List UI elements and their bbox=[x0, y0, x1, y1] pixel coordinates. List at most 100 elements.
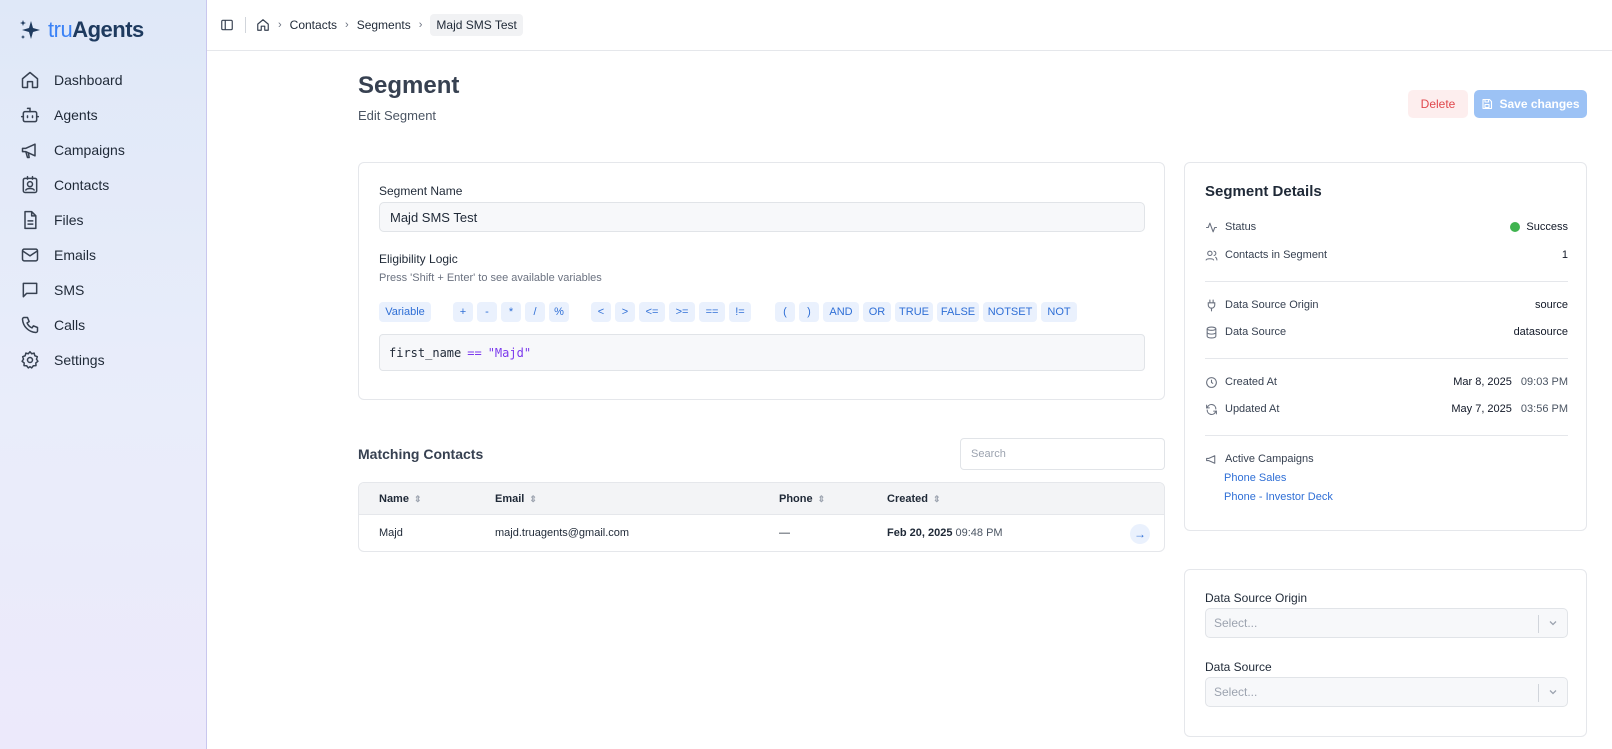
token-plus-button[interactable]: + bbox=[453, 302, 473, 322]
sidebar-item-settings[interactable]: Settings bbox=[0, 342, 206, 377]
save-button-label: Save changes bbox=[1499, 97, 1580, 111]
phone-icon bbox=[21, 316, 39, 333]
activity-icon bbox=[1206, 222, 1217, 232]
chevron-right-icon: › bbox=[345, 19, 349, 31]
contacts-search-input[interactable] bbox=[960, 438, 1165, 470]
token-close-paren-button[interactable]: ) bbox=[799, 302, 819, 322]
detail-data-source-origin: Data Source Origin source bbox=[1205, 297, 1568, 313]
sidebar-item-contacts[interactable]: Contacts bbox=[0, 167, 206, 202]
table-header: Name ⇕ Email ⇕ Phone ⇕ Created ⇕ bbox=[359, 483, 1164, 515]
eligibility-logic-editor[interactable]: first_name == "Majd" bbox=[379, 334, 1145, 371]
segment-name-label: Segment Name bbox=[379, 184, 463, 198]
contacts-table: Name ⇕ Email ⇕ Phone ⇕ Created ⇕ Majd majd.t… bbox=[358, 482, 1165, 552]
divider bbox=[1205, 435, 1568, 436]
breadcrumb-current: Majd SMS Test bbox=[430, 14, 523, 36]
chevron-right-icon: › bbox=[418, 19, 423, 31]
app-logo[interactable]: truAgents bbox=[18, 17, 144, 43]
sidebar-item-files[interactable]: Files bbox=[0, 202, 206, 237]
token-divide-button[interactable]: / bbox=[525, 302, 545, 322]
segment-name-input[interactable]: Majd SMS Test bbox=[379, 202, 1145, 232]
token-modulo-button[interactable]: % bbox=[549, 302, 569, 322]
sidebar-item-label: SMS bbox=[54, 281, 85, 298]
sparkle-icon bbox=[20, 20, 40, 39]
token-or-button[interactable]: OR bbox=[863, 302, 891, 322]
sidebar-toggle-button[interactable] bbox=[215, 13, 239, 37]
column-header-name[interactable]: Name ⇕ bbox=[379, 493, 422, 505]
segment-form-card: Segment Name Majd SMS Test Eligibility L… bbox=[358, 162, 1165, 400]
sidebar-item-calls[interactable]: Calls bbox=[0, 307, 206, 342]
mail-icon bbox=[21, 247, 39, 262]
sort-icon: ⇕ bbox=[932, 493, 941, 504]
campaign-link[interactable]: Phone - Investor Deck bbox=[1224, 491, 1333, 503]
sort-icon: ⇕ bbox=[413, 493, 422, 504]
data-source-select[interactable]: Select... bbox=[1205, 677, 1568, 707]
divider bbox=[1538, 684, 1539, 702]
database-icon bbox=[1206, 326, 1217, 338]
token-greater-than-button[interactable]: > bbox=[615, 302, 635, 322]
home-icon[interactable] bbox=[256, 18, 270, 32]
cell-email: majd.truagents@gmail.com bbox=[495, 527, 630, 539]
token-true-button[interactable]: TRUE bbox=[895, 302, 933, 322]
token-and-button[interactable]: AND bbox=[823, 302, 859, 322]
data-source-origin-select[interactable]: Select... bbox=[1205, 608, 1568, 638]
arrow-right-icon[interactable]: → bbox=[1130, 524, 1150, 544]
sidebar-item-label: Contacts bbox=[54, 176, 110, 193]
detail-status: Status Success bbox=[1205, 219, 1568, 235]
detail-data-source: Data Source datasource bbox=[1205, 324, 1568, 340]
token-variable-button[interactable]: Variable bbox=[379, 302, 431, 322]
table-row[interactable]: Majd majd.truagents@gmail.com — Feb 20, … bbox=[359, 516, 1164, 551]
campaign-link[interactable]: Phone Sales bbox=[1224, 472, 1286, 484]
delete-button[interactable]: Delete bbox=[1408, 90, 1468, 118]
token-equals-button[interactable]: == bbox=[699, 302, 725, 322]
page-title: Segment bbox=[358, 72, 460, 99]
contact-card-icon bbox=[22, 175, 38, 193]
megaphone-icon bbox=[1206, 454, 1216, 464]
save-changes-button[interactable]: Save changes bbox=[1474, 90, 1587, 118]
chevron-down-icon bbox=[1549, 690, 1557, 695]
token-greater-equal-button[interactable]: >= bbox=[669, 302, 695, 322]
token-false-button[interactable]: FALSE bbox=[937, 302, 979, 322]
token-minus-button[interactable]: - bbox=[477, 302, 497, 322]
sidebar-item-campaigns[interactable]: Campaigns bbox=[0, 132, 206, 167]
detail-updated-at: Updated At May 7, 2025 03:56 PM bbox=[1205, 401, 1568, 417]
sidebar-item-dashboard[interactable]: Dashboard bbox=[0, 62, 206, 97]
token-multiply-button[interactable]: * bbox=[501, 302, 521, 322]
column-header-email[interactable]: Email ⇕ bbox=[495, 493, 537, 505]
divider bbox=[1205, 281, 1568, 282]
breadcrumb-segments[interactable]: Segments bbox=[357, 18, 411, 32]
sidebar-item-label: Settings bbox=[54, 351, 105, 368]
logic-token-bar: Variable + - * / % < > <= >= == != ( ) A… bbox=[379, 302, 1149, 322]
token-not-button[interactable]: NOT bbox=[1041, 302, 1077, 322]
divider bbox=[1538, 615, 1539, 633]
sidebar-item-label: Campaigns bbox=[54, 141, 125, 158]
sort-icon: ⇕ bbox=[529, 493, 537, 504]
message-icon bbox=[22, 282, 38, 297]
status-dot bbox=[1510, 222, 1521, 232]
code-operator: == bbox=[467, 345, 482, 360]
top-bar: › Contacts › Segments › Majd SMS Test bbox=[207, 0, 1612, 51]
data-source-label: Data Source bbox=[1205, 660, 1272, 674]
bot-icon bbox=[20, 107, 40, 122]
detail-active-campaigns: Active Campaigns bbox=[1205, 451, 1568, 467]
gear-icon bbox=[21, 350, 39, 369]
column-header-phone[interactable]: Phone ⇕ bbox=[779, 493, 825, 505]
sidebar-item-agents[interactable]: Agents bbox=[0, 97, 206, 132]
sidebar-item-sms[interactable]: SMS bbox=[0, 272, 206, 307]
token-open-paren-button[interactable]: ( bbox=[775, 302, 795, 322]
chevron-down-icon bbox=[1549, 621, 1557, 626]
clock-icon bbox=[1206, 376, 1217, 388]
token-not-equal-button[interactable]: != bbox=[729, 302, 751, 322]
cell-created: Feb 20, 2025 09:48 PM bbox=[887, 527, 1003, 539]
token-less-than-button[interactable]: < bbox=[591, 302, 611, 322]
data-source-origin-label: Data Source Origin bbox=[1205, 591, 1308, 605]
detail-contacts-count: Contacts in Segment 1 bbox=[1205, 247, 1568, 263]
sidebar-item-label: Calls bbox=[54, 316, 86, 333]
sidebar-item-emails[interactable]: Emails bbox=[0, 237, 206, 272]
token-less-equal-button[interactable]: <= bbox=[639, 302, 665, 322]
token-notset-button[interactable]: NOTSET bbox=[983, 302, 1037, 322]
breadcrumb-contacts[interactable]: Contacts bbox=[290, 18, 337, 32]
matching-contacts-title: Matching Contacts bbox=[358, 446, 484, 462]
column-header-created[interactable]: Created ⇕ bbox=[887, 493, 941, 505]
status-badge: Success bbox=[1526, 221, 1568, 233]
sidebar-item-label: Dashboard bbox=[54, 71, 123, 88]
